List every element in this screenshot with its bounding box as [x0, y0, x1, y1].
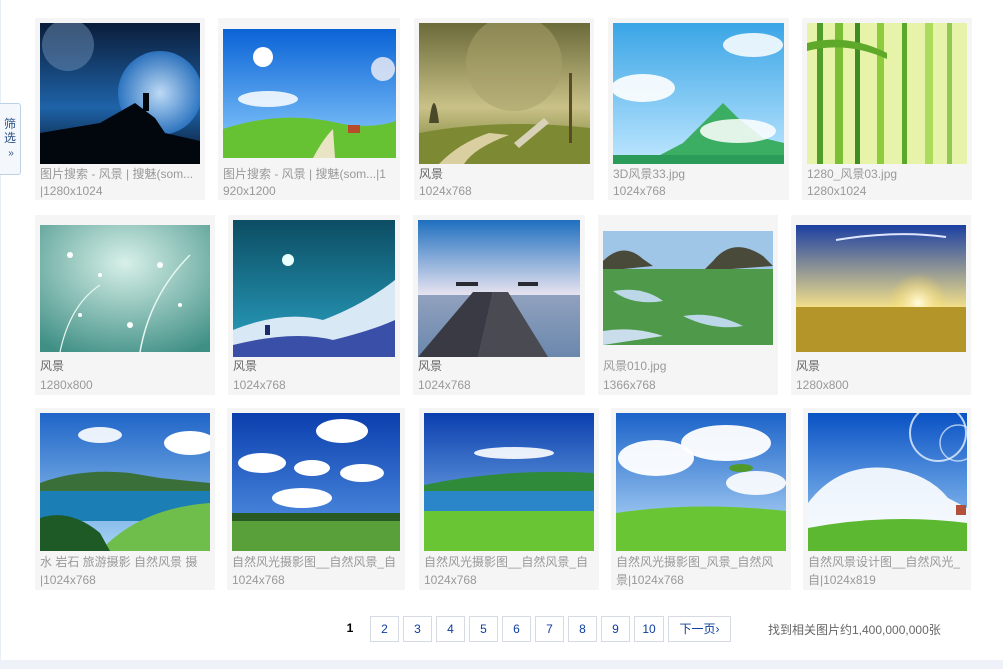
- page-link-5[interactable]: 5: [469, 616, 498, 642]
- result-dimensions: 1280x1024: [807, 184, 867, 198]
- result-dimensions: 1024x768: [233, 378, 286, 392]
- caption-keyword: 风景: [40, 359, 65, 373]
- result-thumbnail[interactable]: [603, 231, 773, 345]
- filter-tab-char-2: 选: [3, 131, 16, 145]
- result-dimensions: 1280x800: [40, 378, 93, 392]
- image-result-card[interactable]: 风景 1024x768: [414, 18, 594, 200]
- result-caption[interactable]: 水 岩石 旅游摄影 自然风景 摄: [40, 554, 211, 571]
- next-page-button[interactable]: 下一页›: [668, 616, 731, 642]
- footer-bar: [0, 660, 1003, 669]
- image-result-card[interactable]: 水 岩石 旅游摄影 自然风景 摄 |1024x768: [35, 408, 215, 590]
- result-caption[interactable]: 图片搜索 - 风景 | 搜魅(som...|1: [223, 166, 396, 183]
- image-result-card[interactable]: 3D风景33.jpg 1024x768: [608, 18, 789, 200]
- result-caption[interactable]: 风景010.jpg: [603, 358, 774, 375]
- result-caption[interactable]: 风景: [796, 358, 967, 375]
- result-count: 找到相关图片约1,400,000,000张: [768, 623, 941, 637]
- result-dimensions: 1280x800: [796, 378, 849, 392]
- page-link-9[interactable]: 9: [601, 616, 630, 642]
- result-thumbnail[interactable]: [616, 413, 786, 551]
- image-result-card[interactable]: 风景 1280x800: [791, 215, 971, 395]
- result-caption[interactable]: 自然风景设计图__自然风光_: [808, 554, 967, 571]
- result-caption[interactable]: 风景: [40, 358, 211, 375]
- result-dimensions: 920x1200: [223, 184, 276, 198]
- result-caption[interactable]: 风景: [233, 358, 396, 375]
- result-dimensions: |1280x1024: [40, 184, 103, 198]
- result-thumbnail[interactable]: [233, 220, 395, 357]
- image-result-card[interactable]: 风景010.jpg 1366x768: [598, 215, 778, 395]
- filter-toggle-tab[interactable]: 筛 选 »: [0, 103, 21, 175]
- page-link-10[interactable]: 10: [634, 616, 664, 642]
- result-thumbnail[interactable]: [808, 413, 967, 551]
- caption-keyword: 风景: [233, 359, 258, 373]
- result-dimensions: 景|1024x768: [616, 573, 684, 587]
- page-left-border: [0, 0, 1, 669]
- caption-keyword: 风景: [796, 359, 821, 373]
- result-dimensions: 1366x768: [603, 378, 656, 392]
- expand-arrow-icon: »: [8, 148, 13, 159]
- result-dimensions: |1024x768: [40, 573, 96, 587]
- result-thumbnail[interactable]: [807, 23, 967, 164]
- result-dimensions: 1024x768: [613, 184, 666, 198]
- image-result-card[interactable]: 图片搜索 - 风景 | 搜魅(som... |1280x1024: [35, 18, 205, 200]
- result-caption[interactable]: 图片搜索 - 风景 | 搜魅(som...: [40, 166, 201, 183]
- result-caption[interactable]: 3D风景33.jpg: [613, 166, 785, 183]
- result-thumbnail[interactable]: [40, 23, 200, 164]
- caption-keyword: 风景: [418, 359, 443, 373]
- result-thumbnail[interactable]: [418, 220, 580, 357]
- page-link-3[interactable]: 3: [403, 616, 432, 642]
- image-result-card[interactable]: 图片搜索 - 风景 | 搜魅(som...|1 920x1200: [218, 18, 400, 200]
- image-result-card[interactable]: 自然风景设计图__自然风光_ 自|1024x819: [803, 408, 971, 590]
- result-caption[interactable]: 风景: [418, 358, 581, 375]
- result-dimensions: 1024x768: [419, 184, 472, 198]
- result-thumbnail[interactable]: [223, 29, 396, 158]
- image-result-card[interactable]: 风景 1024x768: [413, 215, 585, 395]
- result-thumbnail[interactable]: [419, 23, 590, 164]
- caption-keyword: 风景: [419, 167, 444, 181]
- image-result-card[interactable]: 自然风光摄影图_风景_自然风 景|1024x768: [611, 408, 791, 590]
- page-link-8[interactable]: 8: [568, 616, 597, 642]
- result-caption[interactable]: 1280_风景03.jpg: [807, 166, 968, 183]
- page-link-4[interactable]: 4: [436, 616, 465, 642]
- image-result-card[interactable]: 风景 1280x800: [35, 215, 215, 395]
- result-dimensions: 自|1024x819: [808, 573, 876, 587]
- page-link-6[interactable]: 6: [502, 616, 531, 642]
- result-caption[interactable]: 自然风光摄影图__自然风景_自: [232, 554, 401, 571]
- result-thumbnail[interactable]: [232, 413, 400, 551]
- result-dimensions: 1024x768: [232, 573, 285, 587]
- result-thumbnail[interactable]: [40, 225, 210, 352]
- image-result-card[interactable]: 风景 1024x768: [228, 215, 400, 395]
- result-thumbnail[interactable]: [613, 23, 784, 164]
- page-current: 1: [346, 621, 354, 635]
- image-result-card[interactable]: 自然风光摄影图__自然风景_自 1024x768: [227, 408, 405, 590]
- result-dimensions: 1024x768: [424, 573, 477, 587]
- result-caption[interactable]: 自然风光摄影图_风景_自然风: [616, 554, 787, 571]
- result-caption[interactable]: 自然风光摄影图__自然风景_自: [424, 554, 595, 571]
- result-thumbnail[interactable]: [796, 225, 966, 352]
- filter-tab-char-1: 筛: [3, 117, 16, 131]
- result-thumbnail[interactable]: [424, 413, 594, 551]
- result-dimensions: 1024x768: [418, 378, 471, 392]
- result-caption[interactable]: 风景: [419, 166, 590, 183]
- page-link-2[interactable]: 2: [370, 616, 399, 642]
- image-result-card[interactable]: 自然风光摄影图__自然风景_自 1024x768: [419, 408, 599, 590]
- image-result-card[interactable]: 1280_风景03.jpg 1280x1024: [802, 18, 972, 200]
- page-link-7[interactable]: 7: [535, 616, 564, 642]
- result-thumbnail[interactable]: [40, 413, 210, 551]
